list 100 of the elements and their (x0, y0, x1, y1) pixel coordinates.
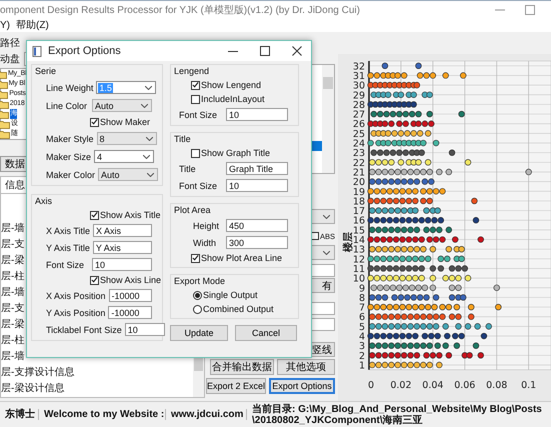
group-title: Lengend (173, 66, 210, 76)
y-tick-label: 1 (358, 360, 365, 372)
input-field[interactable]: X Axis (93, 224, 152, 237)
checkbox[interactable] (90, 210, 99, 220)
checkbox[interactable] (191, 80, 200, 90)
input-field[interactable]: 450 (226, 219, 288, 232)
action-button[interactable]: Export Options (269, 378, 335, 394)
x-tick-label: 0.06 (454, 380, 476, 391)
input-field[interactable]: -10000 (108, 306, 152, 319)
radio-label: Single Output (203, 290, 258, 300)
input-field[interactable]: 300 (226, 236, 288, 249)
y-tick-label: 17 (352, 206, 365, 218)
input-field[interactable]: 10 (226, 108, 288, 121)
list-item[interactable]: 层-支撑设计信息 (1, 365, 74, 381)
group-title: Title (173, 134, 191, 144)
checkbox[interactable] (191, 94, 200, 104)
input-field[interactable]: 10 (92, 258, 152, 271)
y-tick-label: 10 (352, 274, 365, 285)
menu-item[interactable]: Y) (0, 20, 10, 30)
field-label: Maker Style (45, 134, 94, 144)
dialog-button[interactable]: Cancel (235, 325, 297, 341)
caret-icon (143, 154, 150, 158)
list-item[interactable]: 层-支 (1, 237, 24, 253)
list-item[interactable]: 层-墙 (1, 285, 24, 301)
y-tick-label: 20 (352, 177, 365, 188)
list-item[interactable]: 层-柱 (1, 269, 24, 285)
field-label: Font Size (179, 110, 218, 120)
y-tick-label: 29 (352, 90, 365, 102)
x-tick-label: 0 (368, 380, 374, 391)
x-tick-label: 0.04 (422, 380, 444, 391)
window-title: omponent Design Results Processor for YJK (单模型版)(v1.2) (by Dr. JiDong Cui) (0, 4, 360, 16)
action-button[interactable]: 合并输出数据 (210, 359, 274, 375)
y-tick-label: 28 (352, 100, 365, 111)
y-tick-label: 18 (352, 196, 365, 208)
dropdown[interactable]: Auto (92, 99, 152, 112)
input-field[interactable]: 10 (124, 323, 165, 336)
maximize-icon[interactable] (260, 46, 270, 56)
field-label: Title (179, 164, 197, 174)
y-tick-label: 32 (352, 61, 365, 72)
dropdown[interactable]: Auto (98, 168, 158, 181)
drive-label: 动盘 (0, 53, 20, 66)
input-field[interactable]: 10 (226, 179, 288, 192)
group-title: Export Mode (173, 276, 226, 286)
list-item[interactable]: 层-墙 (1, 221, 24, 237)
input-field[interactable]: Graph Title (226, 162, 288, 175)
y-tick-label: 5 (358, 322, 365, 333)
y-tick-label: 24 (352, 138, 365, 150)
path-label: 路径 (0, 37, 20, 50)
dialog-button[interactable]: Update (170, 325, 228, 341)
y-tick-label: 14 (352, 235, 365, 246)
y-tick-label: 15 (352, 225, 365, 236)
checkbox[interactable] (90, 118, 99, 126)
y-tick-label: 9 (358, 283, 365, 294)
field-label: Font Size (179, 180, 218, 190)
field-label: X Axis Title (45, 226, 90, 236)
radio-button[interactable] (193, 304, 202, 314)
list-item[interactable]: 层-梁 (1, 317, 24, 333)
field-label: Font Size (45, 260, 86, 270)
checkbox[interactable] (191, 148, 200, 158)
field-label: Maker Size (45, 152, 92, 162)
scrollbar[interactable] (322, 65, 334, 173)
checkbox[interactable] (90, 276, 99, 284)
caret-icon (146, 136, 153, 140)
checkbox-label: IncludeInLayout (201, 94, 265, 104)
checkbox-label: Show Graph Title (201, 148, 270, 158)
caret-icon (147, 172, 154, 176)
y-tick-label: 2 (358, 350, 365, 362)
list-item[interactable]: 层-梁设计信息 (1, 381, 64, 397)
y-tick-label: 23 (352, 148, 365, 160)
x-tick-label: 0.1 (521, 380, 536, 391)
dropdown[interactable]: 4 (94, 150, 154, 163)
menu-item[interactable]: 帮助(Z) (16, 18, 49, 32)
dropdown[interactable]: 8 (96, 132, 157, 145)
radio-button[interactable] (193, 290, 202, 300)
list-item[interactable]: 层-支 (1, 301, 24, 317)
y-tick-label: 12 (352, 254, 365, 266)
status-text: Welcome to my Website : (39, 409, 166, 420)
action-button[interactable]: 其他选项 (277, 359, 335, 375)
field-label: Width (192, 238, 218, 248)
y-tick-label: 31 (352, 70, 365, 82)
group-title: Serie (34, 66, 56, 76)
y-tick-label: 19 (352, 186, 365, 198)
list-item[interactable]: 层-梁 (1, 253, 24, 269)
list-item[interactable]: 层-墙 (1, 349, 24, 365)
y-tick-label: 8 (358, 292, 365, 304)
caret-icon (141, 104, 148, 108)
y-tick-label: 26 (352, 119, 365, 130)
status-text: 当前目录: G:\My_Blog_And_Personal_Website\My Blog\Posts\20180802_YJKComponent\海南三亚 (251, 404, 543, 426)
field-label: Line Color (45, 100, 88, 110)
x-tick-label: 0.02 (390, 380, 412, 391)
input-field[interactable]: -10000 (108, 289, 152, 302)
action-button[interactable]: Export 2 Excel (206, 378, 266, 394)
input-field[interactable]: Y Axis (92, 241, 152, 254)
y-tick-label: 25 (352, 128, 365, 140)
checkbox[interactable] (191, 254, 200, 262)
y-axis-title: 楼层 (343, 232, 354, 252)
field-label: X Axis Position (45, 290, 106, 300)
close-icon[interactable] (292, 46, 302, 56)
list-item[interactable]: 层-柱 (1, 333, 24, 349)
field-label: Y Axis Position (45, 308, 106, 318)
